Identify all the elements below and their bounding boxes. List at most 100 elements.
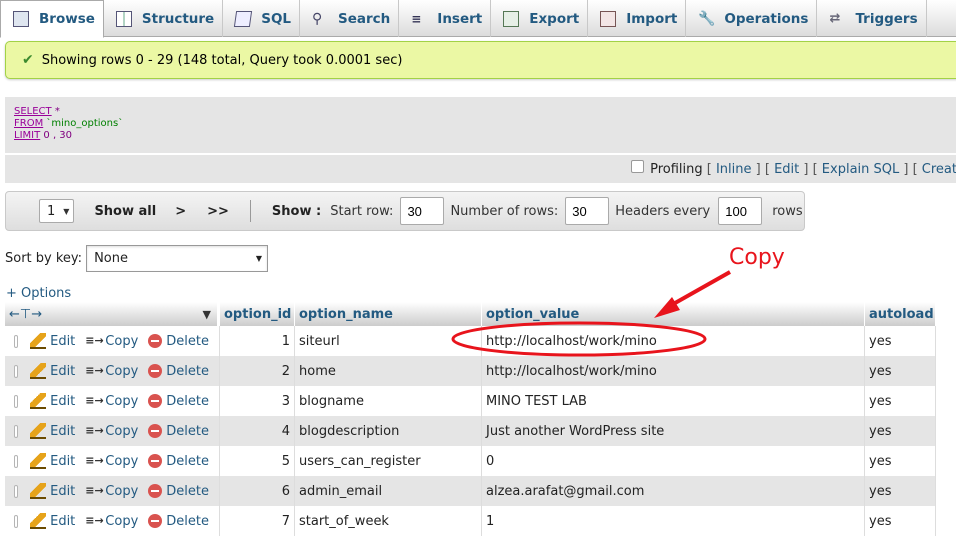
inline-link[interactable]: Inline <box>716 162 752 177</box>
copy-button[interactable]: ≡→ Copy <box>85 423 138 439</box>
option-id-cell[interactable]: 3 <box>220 386 295 416</box>
explain-sql-link[interactable]: Explain SQL <box>822 162 899 177</box>
tab-import[interactable]: Import <box>588 0 687 37</box>
delete-button[interactable]: Delete <box>148 514 209 529</box>
create-php-link[interactable]: Create <box>922 162 956 177</box>
start-row-input[interactable] <box>400 197 445 225</box>
options-link[interactable]: + Options <box>6 286 71 301</box>
row-actions: Edit ≡→ Copy Delete <box>5 386 220 416</box>
row-checkbox[interactable] <box>14 334 19 348</box>
row-checkbox[interactable] <box>14 394 19 408</box>
tab-insert[interactable]: ≡ Insert <box>399 0 492 37</box>
option-id-cell[interactable]: 7 <box>220 506 295 536</box>
option-id-cell[interactable]: 4 <box>220 416 295 446</box>
column-resize-icon[interactable]: ←⊤→ <box>9 307 42 322</box>
chevron-down-icon[interactable]: ▼ <box>203 308 211 321</box>
edit-button[interactable]: Edit <box>30 453 75 469</box>
sort-select[interactable]: None ▼ <box>86 245 269 272</box>
option-value-cell[interactable]: Just another WordPress site <box>482 416 865 446</box>
annotation-label: Copy <box>729 245 785 270</box>
row-actions: Edit ≡→ Copy Delete <box>5 506 220 536</box>
tab-structure[interactable]: Structure <box>104 0 224 37</box>
autoload-cell[interactable]: yes <box>865 326 936 356</box>
copy-button[interactable]: ≡→ Copy <box>85 333 138 349</box>
row-checkbox[interactable] <box>14 514 19 528</box>
option-name-cell[interactable]: home <box>295 356 482 386</box>
page-select-value: 1 <box>47 203 56 219</box>
option-name-cell[interactable]: blogname <box>295 386 482 416</box>
edit-sql-link[interactable]: Edit <box>774 162 799 177</box>
edit-button[interactable]: Edit <box>30 393 75 409</box>
copy-button[interactable]: ≡→ Copy <box>85 453 138 469</box>
delete-icon <box>148 514 163 528</box>
edit-button[interactable]: Edit <box>30 513 75 529</box>
page-select[interactable]: 1 ▼ <box>39 199 75 223</box>
copy-button[interactable]: ≡→ Copy <box>85 363 138 379</box>
delete-button[interactable]: Delete <box>148 484 209 499</box>
tab-triggers[interactable]: ⇄ Triggers <box>817 0 927 37</box>
rows-label: rows <box>772 203 803 219</box>
option-id-cell[interactable]: 5 <box>220 446 295 476</box>
option-name-cell[interactable]: start_of_week <box>295 506 482 536</box>
copy-button[interactable]: ≡→ Copy <box>85 513 138 529</box>
delete-button[interactable]: Delete <box>148 364 209 379</box>
row-checkbox[interactable] <box>14 364 19 378</box>
sql-keyword[interactable]: SELECT <box>14 106 52 117</box>
tab-search[interactable]: ⚲ Search <box>300 0 400 37</box>
option-value-cell[interactable]: http://localhost/work/mino <box>482 326 865 356</box>
tab-export[interactable]: Export <box>491 0 589 37</box>
last-page-button[interactable]: >> <box>207 204 229 219</box>
pencil-icon <box>30 423 47 439</box>
sql-keyword[interactable]: FROM <box>14 118 43 129</box>
option-name-cell[interactable]: admin_email <box>295 476 482 506</box>
edit-button[interactable]: Edit <box>30 363 75 379</box>
autoload-cell[interactable]: yes <box>865 506 936 536</box>
delete-label: Delete <box>166 453 209 469</box>
table-row: Edit ≡→ Copy Delete 6 admin_email alzea.… <box>5 476 936 506</box>
option-value-cell[interactable]: 0 <box>482 446 865 476</box>
autoload-cell[interactable]: yes <box>865 416 936 446</box>
column-header[interactable]: option_name <box>295 302 482 326</box>
row-checkbox[interactable] <box>14 424 19 438</box>
delete-button[interactable]: Delete <box>148 424 209 439</box>
delete-button[interactable]: Delete <box>148 334 209 349</box>
show-all-button[interactable]: Show all <box>94 204 156 219</box>
option-id-cell[interactable]: 1 <box>220 326 295 356</box>
sql-query-box: SELECT * FROM `mino_options` LIMIT 0 , 3… <box>5 97 956 153</box>
option-name-cell[interactable]: blogdescription <box>295 416 482 446</box>
delete-button[interactable]: Delete <box>148 394 209 409</box>
edit-button[interactable]: Edit <box>30 333 75 349</box>
autoload-cell[interactable]: yes <box>865 476 936 506</box>
number-of-rows-input[interactable] <box>565 197 610 225</box>
tab-sql[interactable]: SQL <box>223 0 301 37</box>
tab-operations[interactable]: 🔧 Operations <box>686 0 818 37</box>
option-value-cell[interactable]: 1 <box>482 506 865 536</box>
tab-browse[interactable]: Browse <box>0 0 104 38</box>
option-value-cell[interactable]: MINO TEST LAB <box>482 386 865 416</box>
option-name-cell[interactable]: users_can_register <box>295 446 482 476</box>
autoload-cell[interactable]: yes <box>865 356 936 386</box>
edit-label: Edit <box>50 513 76 529</box>
sql-keyword[interactable]: LIMIT <box>14 130 40 141</box>
column-header[interactable]: autoload <box>865 302 936 326</box>
copy-icon: ≡→ <box>85 424 104 437</box>
headers-every-input[interactable] <box>718 197 763 225</box>
autoload-cell[interactable]: yes <box>865 446 936 476</box>
option-id-cell[interactable]: 6 <box>220 476 295 506</box>
profiling-checkbox[interactable] <box>631 159 645 173</box>
autoload-cell[interactable]: yes <box>865 386 936 416</box>
option-value-cell[interactable]: alzea.arafat@gmail.com <box>482 476 865 506</box>
option-id-cell[interactable]: 2 <box>220 356 295 386</box>
copy-button[interactable]: ≡→ Copy <box>85 393 138 409</box>
next-page-button[interactable]: > <box>175 204 186 219</box>
delete-button[interactable]: Delete <box>148 454 209 469</box>
row-checkbox[interactable] <box>14 484 19 498</box>
column-header[interactable]: option_value <box>482 302 865 326</box>
copy-button[interactable]: ≡→ Copy <box>85 483 138 499</box>
column-header[interactable]: option_id <box>220 302 295 326</box>
edit-button[interactable]: Edit <box>30 423 75 439</box>
edit-button[interactable]: Edit <box>30 483 75 499</box>
option-value-cell[interactable]: http://localhost/work/mino <box>482 356 865 386</box>
row-checkbox[interactable] <box>14 454 19 468</box>
option-name-cell[interactable]: siteurl <box>295 326 482 356</box>
